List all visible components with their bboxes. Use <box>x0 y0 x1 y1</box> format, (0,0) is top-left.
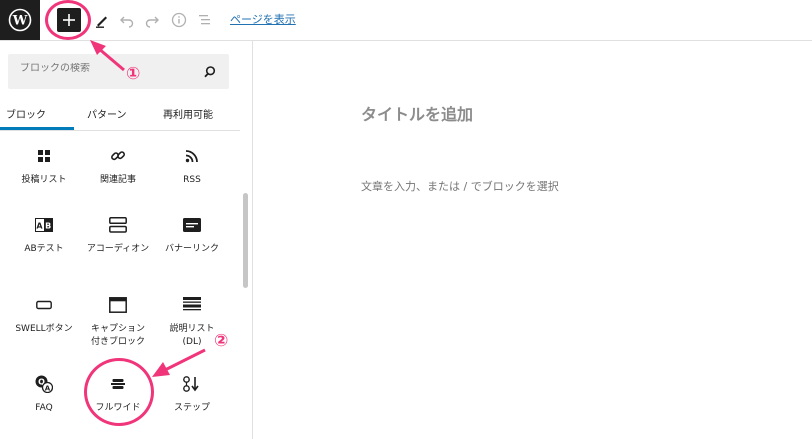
description-list-icon <box>183 296 201 314</box>
pencil-icon <box>96 16 107 28</box>
block-label: フルワイド <box>95 403 141 413</box>
button-icon <box>35 296 53 314</box>
banner-icon <box>183 216 201 234</box>
view-page-link[interactable]: ページを表示 <box>230 11 296 27</box>
block-item-banner-link[interactable]: バナーリンク <box>154 216 230 256</box>
block-item-accordion[interactable]: アコーディオン <box>80 216 156 256</box>
undo-icon <box>120 16 134 28</box>
inserter-scrollbar-thumb[interactable] <box>243 193 248 288</box>
block-item-faq[interactable]: Q A FAQ <box>6 375 82 415</box>
block-label: 説明リスト(DL) <box>169 324 215 347</box>
block-inserter-panel: ブロック パターン 再利用可能 投稿リスト 関連記事 <box>0 41 253 439</box>
tab-blocks[interactable]: ブロック <box>6 106 46 121</box>
block-label: キャプション付きブロック <box>90 324 145 347</box>
tab-patterns[interactable]: パターン <box>87 106 127 121</box>
block-label: 投稿リスト <box>21 175 67 185</box>
info-icon <box>171 12 187 28</box>
wordpress-logo-icon: W <box>8 8 32 32</box>
search-icon <box>204 66 216 78</box>
block-label: 関連記事 <box>99 175 136 185</box>
redo-button[interactable] <box>142 10 162 30</box>
top-toolbar: W ページを表示 <box>0 0 812 41</box>
active-tab-indicator <box>0 127 74 130</box>
tools-button[interactable] <box>92 10 112 30</box>
block-inserter-toggle-button[interactable] <box>57 8 81 32</box>
faq-icon: Q A <box>35 375 53 393</box>
redo-icon <box>145 16 159 28</box>
annotation-step-1: ① <box>126 64 141 84</box>
ab-test-icon: A B <box>35 216 53 234</box>
block-label: ステップ <box>173 403 210 413</box>
svg-text:W: W <box>12 14 28 29</box>
block-appender-placeholder[interactable]: 文章を入力、または / でブロックを選択 <box>361 178 559 194</box>
block-label: FAQ <box>35 403 53 413</box>
list-view-icon <box>199 15 210 25</box>
editor-canvas <box>254 41 812 439</box>
block-item-step[interactable]: ステップ <box>154 375 230 415</box>
list-view-button[interactable] <box>195 10 215 30</box>
link-icon <box>109 147 127 165</box>
tab-reusable[interactable]: 再利用可能 <box>163 106 213 121</box>
plus-icon <box>63 14 75 26</box>
block-item-swell-button[interactable]: SWELLボタン <box>6 296 82 336</box>
block-label: SWELLボタン <box>15 324 73 334</box>
annotation-step-2: ② <box>214 331 229 351</box>
block-label: アコーディオン <box>86 244 150 254</box>
accordion-icon <box>109 216 127 234</box>
post-title-input[interactable]: タイトルを追加 <box>361 101 473 125</box>
grid-icon <box>35 147 53 165</box>
details-button[interactable] <box>169 10 189 30</box>
inserter-tabs: ブロック パターン 再利用可能 <box>0 99 240 131</box>
block-grid: 投稿リスト 関連記事 RSS A B ABテスト アコーディオン バナーリンク … <box>0 132 240 439</box>
block-item-post-list[interactable]: 投稿リスト <box>6 147 82 187</box>
block-search-input[interactable] <box>20 63 200 74</box>
block-item-ab-test[interactable]: A B ABテスト <box>6 216 82 256</box>
block-item-related-posts[interactable]: 関連記事 <box>80 147 156 187</box>
step-icon <box>183 375 201 393</box>
full-wide-icon <box>109 375 127 393</box>
undo-button[interactable] <box>117 10 137 30</box>
block-label: ABテスト <box>24 244 64 254</box>
caption-box-icon <box>109 296 127 314</box>
block-item-rss[interactable]: RSS <box>154 147 230 187</box>
svg-text:B: B <box>45 222 51 231</box>
svg-text:A: A <box>45 384 51 392</box>
block-label: RSS <box>183 175 201 185</box>
block-item-caption-box[interactable]: キャプション付きブロック <box>80 296 156 349</box>
rss-icon <box>183 147 201 165</box>
block-label: バナーリンク <box>164 244 219 254</box>
block-item-full-wide[interactable]: フルワイド <box>80 375 156 415</box>
wordpress-logo-button[interactable]: W <box>0 0 40 40</box>
block-search-box <box>8 54 229 89</box>
svg-text:A: A <box>36 222 43 231</box>
